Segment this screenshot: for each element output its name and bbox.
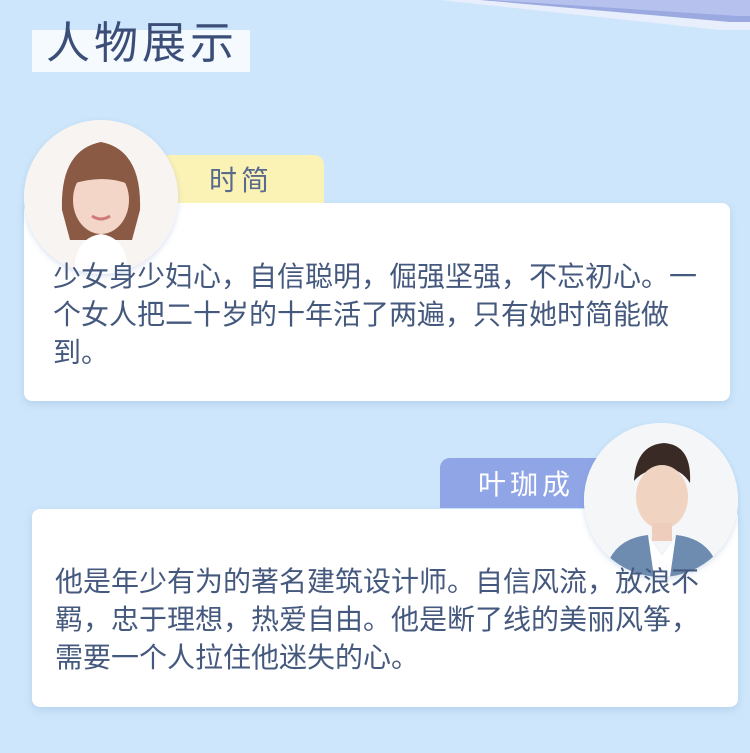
character-name-tag-1: 时简 bbox=[158, 155, 324, 203]
portrait-icon bbox=[584, 423, 738, 577]
character-description-2: 他是年少有为的著名建筑设计师。自信风流，放浪不羁，忠于理想，热爱自由。他是断了线… bbox=[55, 565, 700, 674]
avatar-1 bbox=[24, 120, 178, 274]
character-name: 叶珈成 bbox=[477, 468, 574, 501]
character-name: 时简 bbox=[208, 164, 273, 197]
character-description-1: 少女身少妇心，自信聪明，倔强坚强，不忘初心。一个女人把二十岁的十年活了两遍，只有… bbox=[53, 260, 698, 369]
avatar-2 bbox=[584, 423, 738, 577]
corner-decoration bbox=[440, 0, 750, 30]
section-title: 人物展示 bbox=[46, 18, 238, 69]
portrait-icon bbox=[24, 120, 178, 274]
